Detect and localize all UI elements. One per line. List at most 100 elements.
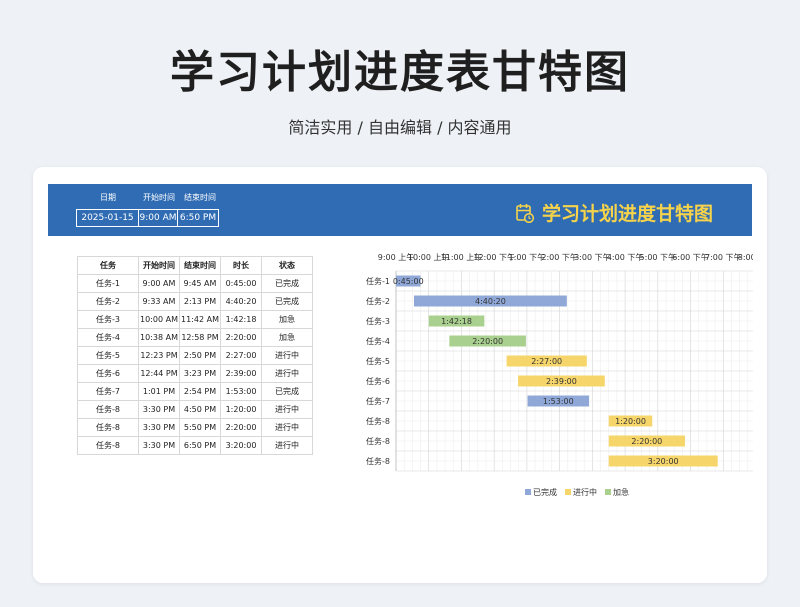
- table-cell[interactable]: 任务-3: [77, 310, 139, 329]
- task-table: 任务 开始时间 结束时间 时长 状态 任务-1 9:00 AM 9:45 AM 0:45:00…: [77, 256, 313, 455]
- legend-entry: 进行中: [573, 487, 597, 497]
- table-cell[interactable]: 3:30 PM: [138, 418, 180, 437]
- chart-title-text: 学习计划进度甘特图: [542, 203, 714, 225]
- bar-data-label: 3:20:00: [648, 457, 679, 466]
- date-label: 日期: [100, 193, 116, 202]
- table-cell[interactable]: 3:23 PM: [179, 364, 221, 383]
- table-cell[interactable]: 进行中: [261, 346, 313, 365]
- table-row[interactable]: 任务-7 1:01 PM 2:54 PM 1:53:00 已完成: [77, 382, 313, 401]
- table-cell[interactable]: 12:44 PM: [138, 364, 180, 383]
- table-cell[interactable]: 2:13 PM: [179, 292, 221, 311]
- table-cell[interactable]: 12:58 PM: [179, 328, 221, 347]
- table-row[interactable]: 任务-2 9:33 AM 2:13 PM 4:40:20 已完成: [77, 292, 313, 311]
- bar-data-label: 1:53:00: [543, 397, 574, 406]
- table-cell[interactable]: 2:27:00: [220, 346, 262, 365]
- table-header-row: 任务 开始时间 结束时间 时长 状态: [77, 256, 313, 275]
- x-tick-label: 7:00 下午: [705, 252, 742, 262]
- legend-entry: 已完成: [533, 487, 557, 497]
- table-row[interactable]: 任务-1 9:00 AM 9:45 AM 0:45:00 已完成: [77, 274, 313, 293]
- table-cell[interactable]: 10:00 AM: [138, 310, 180, 329]
- table-cell[interactable]: 任务-1: [77, 274, 139, 293]
- table-cell[interactable]: 已完成: [261, 382, 313, 401]
- table-cell[interactable]: 任务-5: [77, 346, 139, 365]
- x-tick-label: 5:00 下午: [640, 252, 677, 262]
- y-tick-label: 任务-3: [366, 316, 390, 326]
- end-value[interactable]: 6:50 PM: [177, 210, 218, 226]
- column-header: 结束时间: [179, 256, 221, 275]
- table-cell[interactable]: 任务-8: [77, 400, 139, 419]
- table-cell[interactable]: 4:50 PM: [179, 400, 221, 419]
- y-tick-label: 任务-1: [366, 276, 390, 286]
- table-row[interactable]: 任务-3 10:00 AM 11:42 AM 1:42:18 加急: [77, 310, 313, 329]
- table-cell[interactable]: 任务-4: [77, 328, 139, 347]
- table-row[interactable]: 任务-4 10:38 AM 12:58 PM 2:20:00 加急: [77, 328, 313, 347]
- y-tick-label: 任务-8: [366, 416, 390, 426]
- table-cell[interactable]: 12:23 PM: [138, 346, 180, 365]
- date-value[interactable]: 2025-01-15: [77, 210, 138, 226]
- column-header: 时长: [220, 256, 262, 275]
- table-row[interactable]: 任务-8 3:30 PM 6:50 PM 3:20:00 进行中: [77, 436, 313, 455]
- table-row[interactable]: 任务-8 3:30 PM 4:50 PM 1:20:00 进行中: [77, 400, 313, 419]
- table-cell[interactable]: 5:50 PM: [179, 418, 221, 437]
- page-title: 学习计划进度表甘特图: [170, 47, 630, 98]
- table-cell[interactable]: 任务-8: [77, 436, 139, 455]
- table-cell[interactable]: 9:33 AM: [138, 292, 180, 311]
- x-tick-label: 4:00 下午: [607, 252, 644, 262]
- bar-data-label: 2:39:00: [546, 377, 577, 386]
- table-cell[interactable]: 3:30 PM: [138, 400, 180, 419]
- y-tick-label: 任务-8: [366, 456, 390, 466]
- table-cell[interactable]: 进行中: [261, 436, 313, 455]
- legend-entry: 加急: [613, 487, 629, 497]
- table-cell[interactable]: 进行中: [261, 418, 313, 437]
- y-tick-label: 任务-4: [366, 336, 390, 346]
- table-cell[interactable]: 加急: [261, 310, 313, 329]
- start-value[interactable]: 9:00 AM: [138, 210, 177, 226]
- bar-data-label: 2:27:00: [531, 357, 562, 366]
- x-tick-label: 3:00 下午: [574, 252, 611, 262]
- table-cell[interactable]: 6:50 PM: [179, 436, 221, 455]
- table-cell[interactable]: 任务-8: [77, 418, 139, 437]
- table-cell[interactable]: 2:20:00: [220, 418, 262, 437]
- table-cell[interactable]: 任务-6: [77, 364, 139, 383]
- table-cell[interactable]: 已完成: [261, 292, 313, 311]
- table-cell[interactable]: 4:40:20: [220, 292, 262, 311]
- table-cell[interactable]: 2:20:00: [220, 328, 262, 347]
- table-cell[interactable]: 0:45:00: [220, 274, 262, 293]
- header-banner: 日期 开始时间 结束时间 2025-01-15 9:00 AM 6:50 PM …: [48, 184, 752, 236]
- bar-data-label: 4:40:20: [475, 297, 506, 306]
- y-tick-label: 任务-5: [366, 356, 390, 366]
- table-row[interactable]: 任务-5 12:23 PM 2:50 PM 2:27:00 进行中: [77, 346, 313, 365]
- table-cell[interactable]: 1:53:00: [220, 382, 262, 401]
- table-cell[interactable]: 进行中: [261, 400, 313, 419]
- bar-data-label: 1:20:00: [615, 417, 646, 426]
- table-cell[interactable]: 3:20:00: [220, 436, 262, 455]
- table-cell[interactable]: 2:39:00: [220, 364, 262, 383]
- x-tick-label: 8:00 下午: [738, 252, 753, 262]
- table-cell[interactable]: 9:45 AM: [179, 274, 221, 293]
- end-label: 结束时间: [184, 193, 216, 202]
- table-cell[interactable]: 9:00 AM: [138, 274, 180, 293]
- bar-data-label: 2:20:00: [631, 437, 662, 446]
- table-cell[interactable]: 10:38 AM: [138, 328, 180, 347]
- table-cell[interactable]: 3:30 PM: [138, 436, 180, 455]
- table-row[interactable]: 任务-6 12:44 PM 3:23 PM 2:39:00 进行中: [77, 364, 313, 383]
- table-cell[interactable]: 任务-7: [77, 382, 139, 401]
- table-cell[interactable]: 加急: [261, 328, 313, 347]
- bar-data-label: 1:42:18: [441, 317, 472, 326]
- table-cell[interactable]: 2:54 PM: [179, 382, 221, 401]
- x-tick-label: 6:00 下午: [672, 252, 709, 262]
- column-header: 状态: [261, 256, 313, 275]
- table-cell[interactable]: 11:42 AM: [179, 310, 221, 329]
- legend-swatch: [605, 489, 611, 495]
- table-cell[interactable]: 1:20:00: [220, 400, 262, 419]
- table-cell[interactable]: 已完成: [261, 274, 313, 293]
- table-cell[interactable]: 1:42:18: [220, 310, 262, 329]
- legend-swatch: [565, 489, 571, 495]
- table-cell[interactable]: 1:01 PM: [138, 382, 180, 401]
- table-cell[interactable]: 进行中: [261, 364, 313, 383]
- table-cell[interactable]: 任务-2: [77, 292, 139, 311]
- table-row[interactable]: 任务-8 3:30 PM 5:50 PM 2:20:00 进行中: [77, 418, 313, 437]
- x-tick-label: 2:00 下午: [541, 252, 578, 262]
- table-cell[interactable]: 2:50 PM: [179, 346, 221, 365]
- y-tick-label: 任务-2: [366, 296, 390, 306]
